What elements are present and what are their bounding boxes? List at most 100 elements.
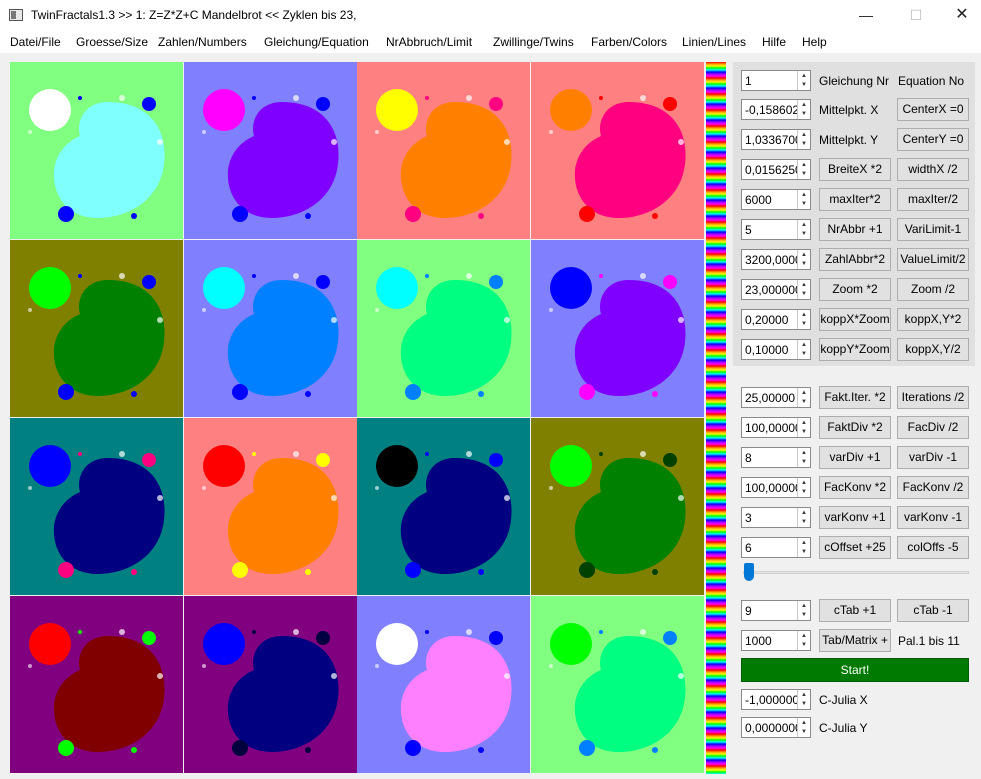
start-button[interactable]: Start! xyxy=(741,658,969,682)
center-x-zero-button[interactable]: CenterX =0 xyxy=(897,98,969,121)
vari-limit-minus-button[interactable]: VariLimit-1 xyxy=(897,218,969,241)
fractal-tile[interactable] xyxy=(184,596,357,773)
fractal-tile[interactable] xyxy=(357,418,530,595)
spin-down-icon[interactable]: ▼ xyxy=(797,319,810,329)
fractal-tile[interactable] xyxy=(184,62,357,239)
fractal-tile[interactable] xyxy=(531,596,704,773)
c-julia-x-spinbox[interactable]: -1,000000(▲▼ xyxy=(741,689,811,710)
c-julia-y-spinbox[interactable]: 0,0000000 ▲ ▼ xyxy=(741,717,811,738)
zoom-double-button[interactable]: Zoom *2 xyxy=(819,278,891,301)
kopp-xy-double-button[interactable]: koppX,Y*2 xyxy=(897,308,969,331)
spin-down-icon[interactable]: ▼ xyxy=(797,727,810,737)
c-offset-spinbox[interactable]: 6 ▲ ▼ xyxy=(741,537,811,558)
width-half-button[interactable]: widthX /2 xyxy=(897,158,969,181)
spin-down-icon[interactable]: ▼ xyxy=(797,487,810,497)
ctab-spinbox[interactable]: 9 ▲ ▼ xyxy=(741,600,811,621)
spin-down-icon[interactable]: ▼ xyxy=(797,349,810,359)
nr-abbr-spinbox[interactable]: 5 ▲ ▼ xyxy=(741,219,811,240)
fac-konv-spinbox[interactable]: 100,00000 ▲ ▼ xyxy=(741,477,811,498)
spin-down-icon[interactable]: ▼ xyxy=(797,80,810,90)
spin-down-icon[interactable]: ▼ xyxy=(797,139,810,149)
max-iter-double-button[interactable]: maxIter*2 xyxy=(819,188,891,211)
menu-nrabbruch-limit[interactable]: NrAbbruch/Limit xyxy=(386,35,472,49)
zahl-abbr-spinbox[interactable]: 3200,0000 ▲ ▼ xyxy=(741,249,811,270)
c-offset-plus-button[interactable]: cOffset +25 xyxy=(819,536,891,559)
spin-down-icon[interactable]: ▼ xyxy=(797,199,810,209)
center-y-zero-button[interactable]: CenterY =0 xyxy=(897,128,969,151)
kopp-y-zoom-button[interactable]: koppY*Zoom xyxy=(819,338,891,361)
fractal-tile[interactable] xyxy=(10,62,183,239)
spin-down-icon[interactable]: ▼ xyxy=(797,109,810,119)
width-double-button[interactable]: BreiteX *2 xyxy=(819,158,891,181)
color-offset-slider-thumb[interactable] xyxy=(744,563,754,581)
menu-zwillinge-twins[interactable]: Zwillinge/Twins xyxy=(493,35,574,49)
value-limit-half-button[interactable]: ValueLimit/2 xyxy=(897,248,969,271)
fractal-tile[interactable] xyxy=(184,240,357,417)
maximize-button[interactable]: ☐ xyxy=(893,0,939,31)
fac-konv-double-button[interactable]: FacKonv *2 xyxy=(819,476,891,499)
spin-down-icon[interactable]: ▼ xyxy=(797,259,810,269)
spin-down-icon[interactable]: ▼ xyxy=(797,640,810,650)
menu-gleichung-equation[interactable]: Gleichung/Equation xyxy=(264,35,369,49)
zoom-half-button[interactable]: Zoom /2 xyxy=(897,278,969,301)
var-div-minus-button[interactable]: varDiv -1 xyxy=(897,446,969,469)
spin-down-icon[interactable]: ▼ xyxy=(797,547,810,557)
var-div-spinbox[interactable]: 8 ▲ ▼ xyxy=(741,447,811,468)
var-konv-minus-button[interactable]: varKonv -1 xyxy=(897,506,969,529)
spin-down-icon[interactable]: ▼ xyxy=(797,169,810,179)
kopp-xy-half-button[interactable]: koppX,Y/2 xyxy=(897,338,969,361)
fractal-tile[interactable] xyxy=(531,62,704,239)
menu-farben-colors[interactable]: Farben/Colors xyxy=(591,35,667,49)
ctab-minus-button[interactable]: cTab -1 xyxy=(897,599,969,622)
tab-matrix-spinbox[interactable]: 1000 ▲ ▼ xyxy=(741,630,811,651)
spin-down-icon[interactable]: ▼ xyxy=(797,229,810,239)
menu-hilfe[interactable]: Hilfe xyxy=(762,35,786,49)
kopp-x-zoom-button[interactable]: koppX*Zoom xyxy=(819,308,891,331)
zahl-abbr-double-button[interactable]: ZahlAbbr*2 xyxy=(819,248,891,271)
fractal-canvas[interactable] xyxy=(10,62,704,774)
fakt-div-double-button[interactable]: FaktDiv *2 xyxy=(819,416,891,439)
iterations-half-button[interactable]: Iterations /2 xyxy=(897,386,969,409)
var-konv-spinbox[interactable]: 3 ▲ ▼ xyxy=(741,507,811,528)
fractal-tile[interactable] xyxy=(10,596,183,773)
fakt-iter-spinbox[interactable]: 25,00000 ▲ ▼ xyxy=(741,387,811,408)
ctab-plus-button[interactable]: cTab +1 xyxy=(819,599,891,622)
fractal-tile[interactable] xyxy=(531,418,704,595)
fractal-tile[interactable] xyxy=(357,62,530,239)
menu-zahlen-numbers[interactable]: Zahlen/Numbers xyxy=(158,35,247,49)
kopp-y-spinbox[interactable]: 0,10000 ▲ ▼ xyxy=(741,339,811,360)
spin-down-icon[interactable]: ▼ xyxy=(797,289,810,299)
max-iter-spinbox[interactable]: 6000 ▲ ▼ xyxy=(741,189,811,210)
fractal-tile[interactable] xyxy=(357,596,530,773)
max-iter-half-button[interactable]: maxIter/2 xyxy=(897,188,969,211)
spin-down-icon[interactable]: ▼ xyxy=(797,610,810,620)
spin-down-icon[interactable]: ▼ xyxy=(797,457,810,467)
menu-help[interactable]: Help xyxy=(802,35,827,49)
fakt-div-spinbox[interactable]: 100,00000 ▲ ▼ xyxy=(741,417,811,438)
menu-linien-lines[interactable]: Linien/Lines xyxy=(682,35,746,49)
spin-down-icon[interactable]: ▼ xyxy=(797,427,810,437)
fractal-tile[interactable] xyxy=(184,418,357,595)
fac-div-half-button[interactable]: FacDiv /2 xyxy=(897,416,969,439)
color-offset-slider-track[interactable] xyxy=(743,571,969,574)
spin-down-icon[interactable]: ▼ xyxy=(797,397,810,407)
var-konv-plus-button[interactable]: varKonv +1 xyxy=(819,506,891,529)
fractal-tile[interactable] xyxy=(10,418,183,595)
fac-konv-half-button[interactable]: FacKonv /2 xyxy=(897,476,969,499)
menu-datei-file[interactable]: Datei/File xyxy=(10,35,61,49)
center-y-spinbox[interactable]: 1,0336700 ▲ ▼ xyxy=(741,129,811,150)
zoom-spinbox[interactable]: 23,000000 ▲ ▼ xyxy=(741,279,811,300)
center-x-spinbox[interactable]: -0,158602(▲▼ xyxy=(741,99,811,120)
spin-down-icon[interactable]: ▼ xyxy=(797,699,810,709)
nr-abbr-plus-button[interactable]: NrAbbr +1 xyxy=(819,218,891,241)
kopp-x-spinbox[interactable]: 0,20000 ▲ ▼ xyxy=(741,309,811,330)
fractal-tile[interactable] xyxy=(10,240,183,417)
fractal-tile[interactable] xyxy=(531,240,704,417)
spin-down-icon[interactable]: ▼ xyxy=(797,517,810,527)
width-spinbox[interactable]: 0,0156250 ▲ ▼ xyxy=(741,159,811,180)
equation-nr-spinbox[interactable]: 1 ▲ ▼ xyxy=(741,70,811,91)
close-button[interactable]: ✕ xyxy=(939,0,981,31)
minimize-button[interactable]: — xyxy=(843,0,889,31)
fakt-iter-double-button[interactable]: Fakt.Iter. *2 xyxy=(819,386,891,409)
tab-matrix-plus-button[interactable]: Tab/Matrix + xyxy=(819,629,891,652)
